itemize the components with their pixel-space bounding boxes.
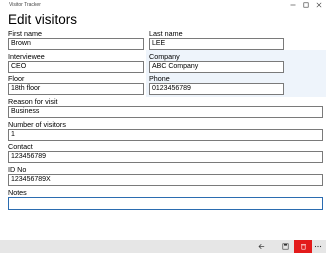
back-arrow-icon <box>258 243 264 250</box>
title-bar: Visitor Tracker <box>0 0 326 10</box>
maximize-button[interactable] <box>299 0 313 10</box>
id-no-field[interactable]: 123456789X <box>8 174 323 186</box>
notes-label: Notes <box>8 188 27 197</box>
save-icon <box>282 243 289 250</box>
first-name-field[interactable]: Brown <box>8 38 144 50</box>
company-field[interactable]: ABC Company <box>149 61 284 73</box>
phone-field[interactable]: 0123456789 <box>149 83 284 95</box>
more-icon <box>314 245 322 248</box>
close-button[interactable] <box>312 0 326 10</box>
more-button[interactable] <box>310 240 326 253</box>
app-title: Visitor Tracker <box>9 2 41 8</box>
delete-icon <box>300 244 306 250</box>
page-title: Edit visitors <box>8 12 78 27</box>
phone-label: Phone <box>149 74 170 83</box>
first-name-label: First name <box>8 29 42 38</box>
close-icon <box>316 2 322 8</box>
interviewee-field[interactable]: CEO <box>8 61 144 73</box>
reason-field[interactable]: Business <box>8 106 323 118</box>
interviewee-label: Interviewee <box>8 52 45 61</box>
notes-field[interactable] <box>8 197 323 210</box>
app-bar <box>0 240 326 253</box>
num-visitors-label: Number of visitors <box>8 120 66 129</box>
company-label: Company <box>149 52 180 61</box>
minimize-icon <box>290 4 296 6</box>
id-no-label: ID No <box>8 165 27 174</box>
minimize-button[interactable] <box>286 0 300 10</box>
floor-label: Floor <box>8 74 25 83</box>
last-name-field[interactable]: LEE <box>149 38 284 50</box>
reason-label: Reason for visit <box>8 97 58 106</box>
contact-field[interactable]: 123456789 <box>8 151 323 163</box>
back-button[interactable] <box>252 240 270 253</box>
num-visitors-field[interactable]: 1 <box>8 129 323 141</box>
contact-label: Contact <box>8 142 33 151</box>
maximize-icon <box>303 2 309 8</box>
floor-field[interactable]: 18th floor <box>8 83 144 95</box>
last-name-label: Last name <box>149 29 183 38</box>
save-button[interactable] <box>276 240 294 253</box>
